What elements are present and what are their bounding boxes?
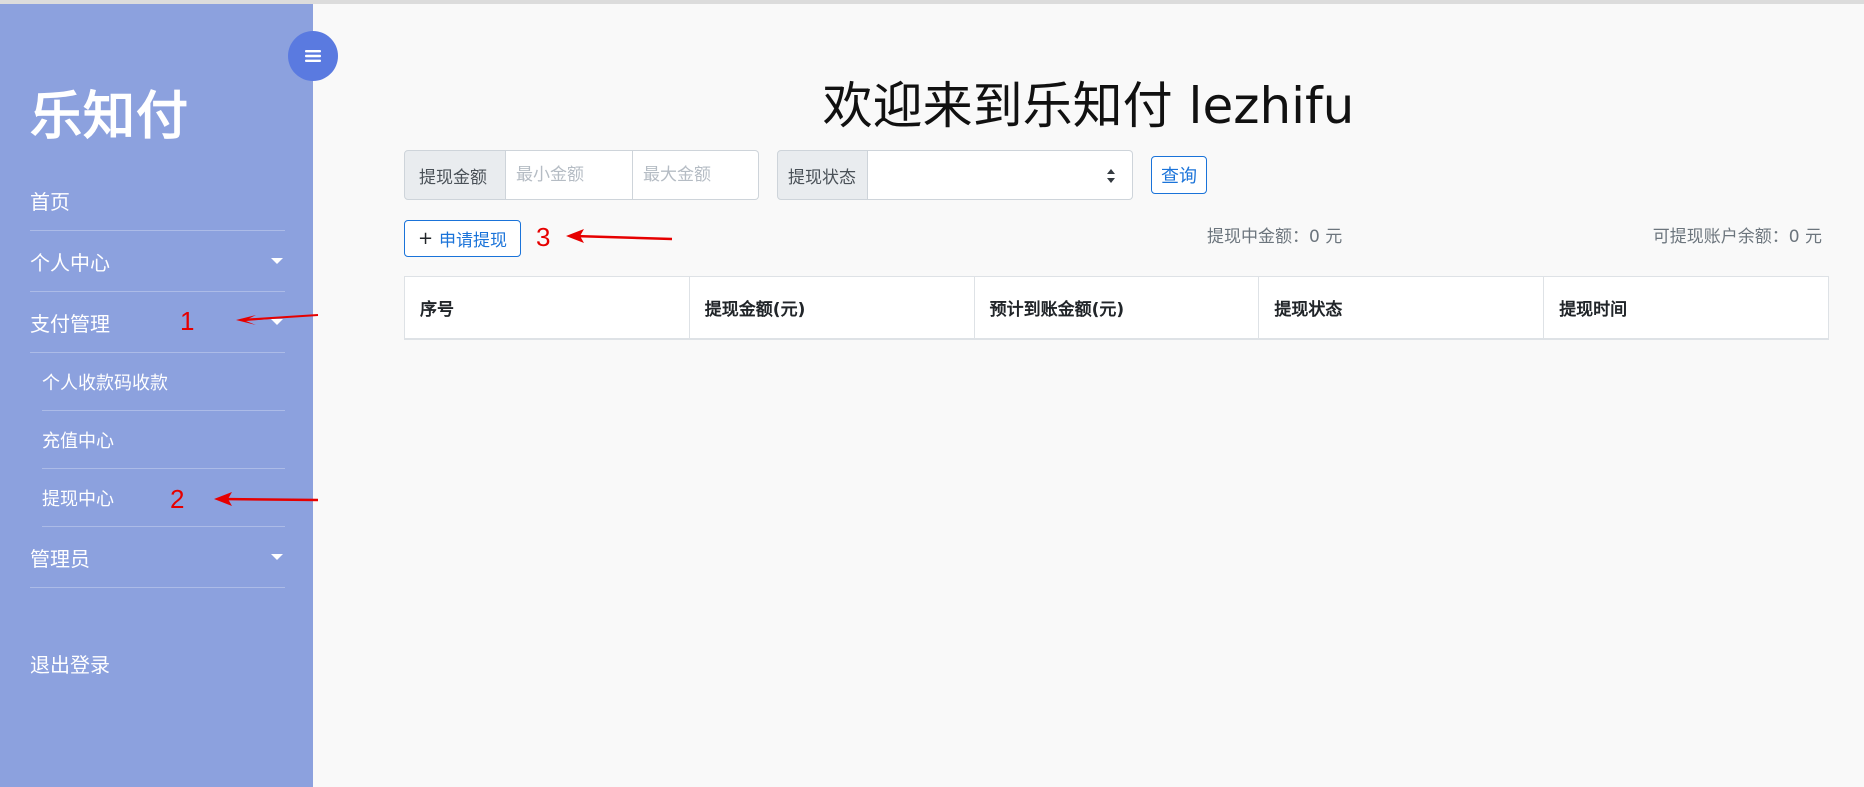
caret-down-icon	[271, 258, 283, 264]
sidebar-subitem-qr-collection[interactable]: 个人收款码收款	[42, 353, 285, 411]
sidebar-subitem-label: 个人收款码收款	[42, 372, 168, 394]
select-updown-icon	[1107, 169, 1115, 183]
caret-down-icon	[271, 554, 283, 560]
sidebar-subitem-withdraw-center[interactable]: 提现中心	[42, 469, 285, 527]
plus-icon: +	[417, 228, 434, 249]
sidebar: 乐知付 首页 个人中心 支付管理 个人收款码收款 充值中心 提现中心 管理员 退…	[0, 4, 313, 787]
sidebar-item-home[interactable]: 首页	[30, 170, 285, 231]
annotation-arrow-3	[566, 229, 673, 243]
column-header-amount: 提现金额(元)	[690, 277, 975, 338]
status-filter-label: 提现状态	[777, 150, 868, 200]
sidebar-item-label: 管理员	[30, 546, 90, 571]
annotation-number-3: 3	[536, 222, 551, 252]
max-amount-input[interactable]	[633, 150, 759, 200]
status-select[interactable]	[868, 150, 1133, 200]
sidebar-subitem-label: 充值中心	[42, 430, 114, 452]
sidebar-item-label: 首页	[30, 189, 70, 214]
sidebar-item-label: 支付管理	[30, 311, 110, 336]
withdrawing-amount: 提现中金额：0 元	[1207, 227, 1343, 247]
withdraw-table: 序号 提现金额(元) 预计到账金额(元) 提现状态 提现时间	[404, 276, 1829, 340]
sidebar-item-label: 个人中心	[30, 250, 110, 275]
brand-logo[interactable]: 乐知付	[30, 74, 189, 149]
amount-range-filter: 提现金额	[404, 150, 759, 200]
column-header-index: 序号	[405, 277, 690, 338]
column-header-expected-amount: 预计到账金额(元)	[975, 277, 1260, 338]
caret-down-icon	[271, 319, 283, 325]
min-amount-input[interactable]	[506, 150, 633, 200]
sidebar-toggle-button[interactable]	[288, 31, 338, 81]
sidebar-item-admin[interactable]: 管理员	[30, 527, 285, 588]
column-header-status: 提现状态	[1259, 277, 1545, 338]
sidebar-subitem-label: 提现中心	[42, 488, 114, 510]
logout-link[interactable]: 退出登录	[30, 649, 110, 678]
sidebar-subitem-recharge-center[interactable]: 充值中心	[42, 411, 285, 469]
apply-withdraw-button[interactable]: + 申请提现	[404, 220, 521, 257]
available-balance: 可提现账户余额：0 元	[1652, 227, 1822, 247]
query-button[interactable]: 查询	[1151, 156, 1207, 194]
amount-filter-label: 提现金额	[404, 150, 506, 200]
annotation-number-2: 2	[170, 484, 185, 514]
column-header-time: 提现时间	[1559, 300, 1628, 320]
sidebar-nav: 首页 个人中心 支付管理 个人收款码收款 充值中心 提现中心 管理员	[0, 170, 313, 588]
sidebar-item-personal-center[interactable]: 个人中心	[30, 231, 285, 292]
annotation-number-1: 1	[180, 306, 195, 336]
sidebar-item-payment-management[interactable]: 支付管理	[30, 292, 285, 353]
hamburger-icon	[305, 50, 321, 62]
page-title: 欢迎来到乐知付 lezhifu	[822, 77, 1355, 135]
apply-withdraw-label: 申请提现	[439, 231, 508, 251]
status-filter: 提现状态	[777, 150, 1133, 200]
